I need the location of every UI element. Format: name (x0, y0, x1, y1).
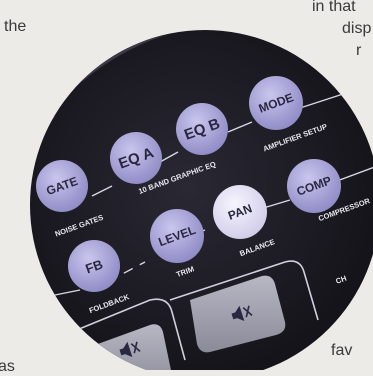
fb-button[interactable]: FB (68, 240, 120, 292)
eq-b-button[interactable]: EQ B (176, 103, 228, 155)
gate-button[interactable]: GATE (36, 160, 88, 212)
level-button[interactable]: LEVEL (150, 209, 204, 263)
comp-button[interactable]: COMP (287, 159, 341, 213)
mixer-panel-photo: GATE EQ A EQ B MODE COMP FB LEVEL PAN NO… (30, 30, 373, 370)
mode-button[interactable]: MODE (249, 76, 303, 130)
pan-button[interactable]: PAN (213, 185, 267, 239)
eq-a-button[interactable]: EQ A (110, 132, 162, 184)
